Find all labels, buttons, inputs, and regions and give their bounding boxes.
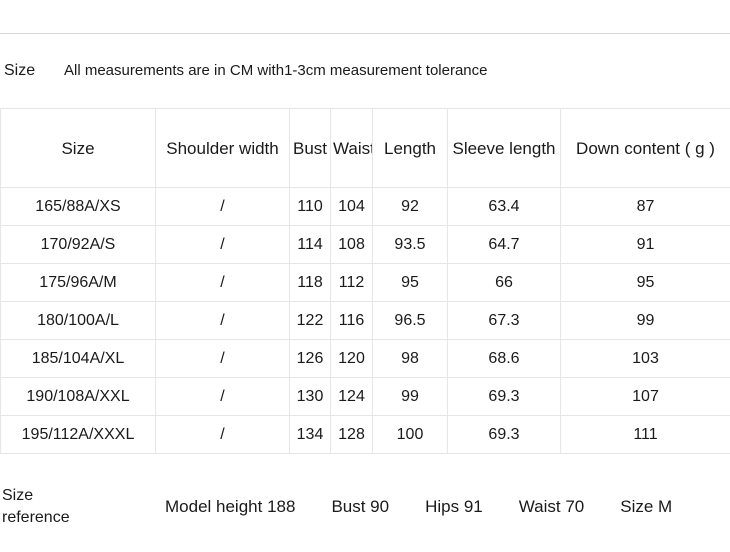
- cell-sleeve: 69.3: [447, 415, 561, 454]
- cell-size: 185/104A/XL: [0, 339, 156, 378]
- size-reference-values: Model height 188 Bust 90 Hips 91 Waist 7…: [165, 496, 672, 518]
- cell-shoulder: /: [155, 377, 290, 416]
- cell-waist: 112: [330, 263, 373, 302]
- table-row: 180/100A/L / 122 116 96.5 67.3 99: [0, 301, 730, 340]
- size-reference-label: Size reference: [2, 487, 70, 526]
- cell-down: 103: [560, 339, 730, 378]
- cell-bust: 118: [289, 263, 331, 302]
- cell-sleeve: 67.3: [447, 301, 561, 340]
- cell-shoulder: /: [155, 415, 290, 454]
- cell-sleeve: 64.7: [447, 225, 561, 264]
- caption-row: Size All measurements are in CM with1-3c…: [0, 58, 730, 84]
- size-table: Size Shoulder width Bust Waist Length Sl…: [0, 108, 730, 454]
- table-row: 190/108A/XXL / 130 124 99 69.3 107: [0, 377, 730, 416]
- cell-waist: 120: [330, 339, 373, 378]
- cell-sleeve: 68.6: [447, 339, 561, 378]
- cell-waist: 108: [330, 225, 373, 264]
- cell-waist: 124: [330, 377, 373, 416]
- cell-bust: 130: [289, 377, 331, 416]
- cell-length: 99: [372, 377, 448, 416]
- cell-size: 165/88A/XS: [0, 187, 156, 226]
- cell-size: 170/92A/S: [0, 225, 156, 264]
- cell-length: 96.5: [372, 301, 448, 340]
- cell-down: 91: [560, 225, 730, 264]
- cell-waist: 116: [330, 301, 373, 340]
- cell-waist: 104: [330, 187, 373, 226]
- table-row: 185/104A/XL / 126 120 98 68.6 103: [0, 339, 730, 378]
- cell-bust: 122: [289, 301, 331, 340]
- cell-length: 92: [372, 187, 448, 226]
- cell-down: 99: [560, 301, 730, 340]
- cell-bust: 134: [289, 415, 331, 454]
- size-chart-page: Size All measurements are in CM with1-3c…: [0, 0, 730, 552]
- column-header-size: Size: [0, 108, 156, 188]
- cell-shoulder: /: [155, 263, 290, 302]
- table-row: 170/92A/S / 114 108 93.5 64.7 91: [0, 225, 730, 264]
- column-header-length: Length: [372, 108, 448, 188]
- measurement-note: All measurements are in CM with1-3cm mea…: [64, 62, 488, 79]
- cell-sleeve: 63.4: [447, 187, 561, 226]
- table-header: Size Shoulder width Bust Waist Length Sl…: [0, 108, 730, 188]
- reference-bust: Bust 90: [331, 497, 390, 516]
- table-row: 195/112A/XXXL / 134 128 100 69.3 111: [0, 415, 730, 454]
- cell-bust: 114: [289, 225, 331, 264]
- cell-shoulder: /: [155, 339, 290, 378]
- table-header-row: Size Shoulder width Bust Waist Length Sl…: [0, 108, 730, 188]
- table-row: 165/88A/XS / 110 104 92 63.4 87: [0, 187, 730, 226]
- cell-down: 87: [560, 187, 730, 226]
- cell-length: 100: [372, 415, 448, 454]
- reference-waist: Waist 70: [518, 497, 585, 516]
- cell-waist: 128: [330, 415, 373, 454]
- cell-length: 93.5: [372, 225, 448, 264]
- cell-shoulder: /: [155, 187, 290, 226]
- cell-size: 190/108A/XXL: [0, 377, 156, 416]
- table-row: 175/96A/M / 118 112 95 66 95: [0, 263, 730, 302]
- cell-down: 107: [560, 377, 730, 416]
- reference-model-height: Model height 188: [165, 497, 296, 516]
- cell-down: 95: [560, 263, 730, 302]
- cell-length: 98: [372, 339, 448, 378]
- caption-label: Size: [4, 62, 36, 79]
- cell-size: 180/100A/L: [0, 301, 156, 340]
- cell-sleeve: 66: [447, 263, 561, 302]
- top-divider: [0, 33, 730, 34]
- cell-size: 175/96A/M: [0, 263, 156, 302]
- cell-bust: 126: [289, 339, 331, 378]
- column-header-shoulder-width: Shoulder width: [155, 108, 290, 188]
- cell-down: 111: [560, 415, 730, 454]
- cell-length: 95: [372, 263, 448, 302]
- cell-bust: 110: [289, 187, 331, 226]
- cell-shoulder: /: [155, 301, 290, 340]
- reference-hips: Hips 91: [425, 497, 483, 516]
- size-reference-row: Size reference Model height 188 Bust 90 …: [0, 478, 730, 536]
- cell-shoulder: /: [155, 225, 290, 264]
- column-header-sleeve-length: Sleeve length: [447, 108, 561, 188]
- table-body: 165/88A/XS / 110 104 92 63.4 87 170/92A/…: [0, 187, 730, 454]
- cell-sleeve: 69.3: [447, 377, 561, 416]
- cell-size: 195/112A/XXXL: [0, 415, 156, 454]
- column-header-waist: Waist: [330, 108, 373, 188]
- column-header-bust: Bust: [289, 108, 331, 188]
- reference-size: Size M: [620, 497, 673, 516]
- column-header-down-content: Down content ( g ): [560, 108, 730, 188]
